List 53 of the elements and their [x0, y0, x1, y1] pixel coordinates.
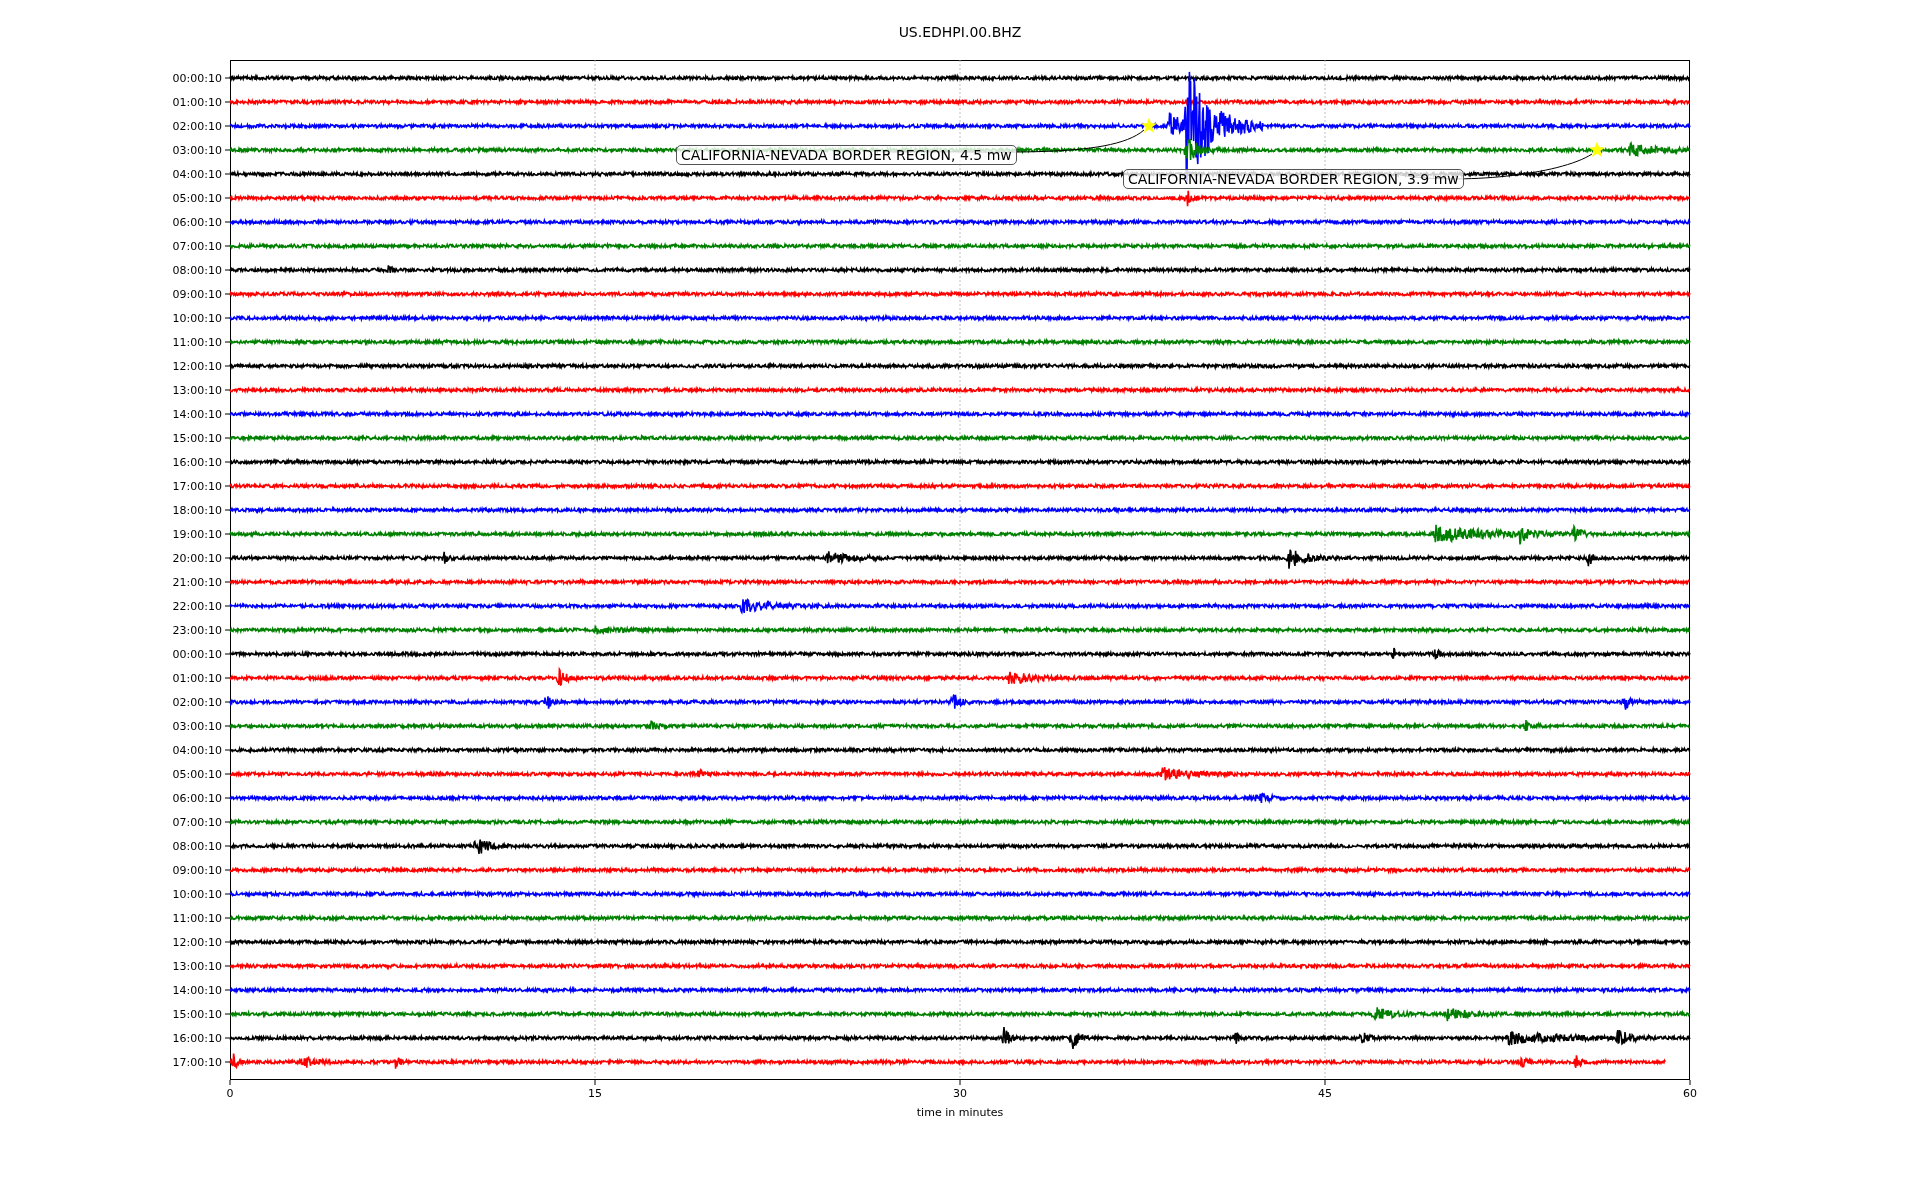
y-tick-label: 05:00:10: [172, 192, 222, 204]
x-tick-label: 15: [588, 1086, 602, 1102]
y-tick-label: 10:00:10: [172, 312, 222, 324]
event-annotation: CALIFORNIA-NEVADA BORDER REGION, 3.9 mw: [1123, 169, 1464, 189]
y-tick-label: 17:00:10: [172, 1056, 222, 1068]
x-tick-label: 30: [953, 1086, 967, 1102]
y-tick-label: 09:00:10: [172, 288, 222, 300]
y-tick-label: 16:00:10: [172, 456, 222, 468]
y-tick-label: 14:00:10: [172, 408, 222, 420]
star-marker: [1140, 117, 1158, 133]
y-tick-label: 18:00:10: [172, 504, 222, 516]
y-tick-label: 06:00:10: [172, 216, 222, 228]
y-tick-label: 03:00:10: [172, 720, 222, 732]
y-tick-label: 04:00:10: [172, 744, 222, 756]
y-tick-label: 02:00:10: [172, 696, 222, 708]
star-marker: [1588, 141, 1606, 157]
y-tick-label: 07:00:10: [172, 816, 222, 828]
y-tick-label: 20:00:10: [172, 552, 222, 564]
y-tick-label: 12:00:10: [172, 936, 222, 948]
y-tick-label: 07:00:10: [172, 240, 222, 252]
y-tick-label: 13:00:10: [172, 960, 222, 972]
y-tick-label: 00:00:10: [172, 72, 222, 84]
y-tick-label: 17:00:10: [172, 480, 222, 492]
x-tick-label: 60: [1683, 1086, 1697, 1102]
y-tick-label: 00:00:10: [172, 648, 222, 660]
y-tick-label: 16:00:10: [172, 1032, 222, 1044]
y-tick-label: 09:00:10: [172, 864, 222, 876]
x-tick-label: 0: [226, 1086, 234, 1102]
y-tick-label: 08:00:10: [172, 264, 222, 276]
y-tick-label: 14:00:10: [172, 984, 222, 996]
y-tick-label: 01:00:10: [172, 96, 222, 108]
x-axis-label: time in minutes: [916, 1105, 1004, 1121]
y-tick-label: 23:00:10: [172, 624, 222, 636]
y-tick-label: 22:00:10: [172, 600, 222, 612]
y-tick-label: 08:00:10: [172, 840, 222, 852]
y-tick-label: 10:00:10: [172, 888, 222, 900]
event-annotation: CALIFORNIA-NEVADA BORDER REGION, 4.5 mw: [676, 145, 1017, 165]
y-tick-label: 21:00:10: [172, 576, 222, 588]
x-tick-label: 45: [1318, 1086, 1332, 1102]
chart-title: US.EDHPI.00.BHZ: [898, 23, 1022, 42]
y-tick-label: 04:00:10: [172, 168, 222, 180]
y-tick-label: 01:00:10: [172, 672, 222, 684]
y-tick-label: 15:00:10: [172, 1008, 222, 1020]
y-tick-label: 15:00:10: [172, 432, 222, 444]
y-tick-label: 13:00:10: [172, 384, 222, 396]
y-tick-label: 03:00:10: [172, 144, 222, 156]
y-tick-label: 02:00:10: [172, 120, 222, 132]
y-tick-label: 11:00:10: [172, 912, 222, 924]
y-tick-label: 11:00:10: [172, 336, 222, 348]
y-tick-label: 12:00:10: [172, 360, 222, 372]
y-tick-label: 06:00:10: [172, 792, 222, 804]
y-tick-label: 05:00:10: [172, 768, 222, 780]
y-tick-label: 19:00:10: [172, 528, 222, 540]
